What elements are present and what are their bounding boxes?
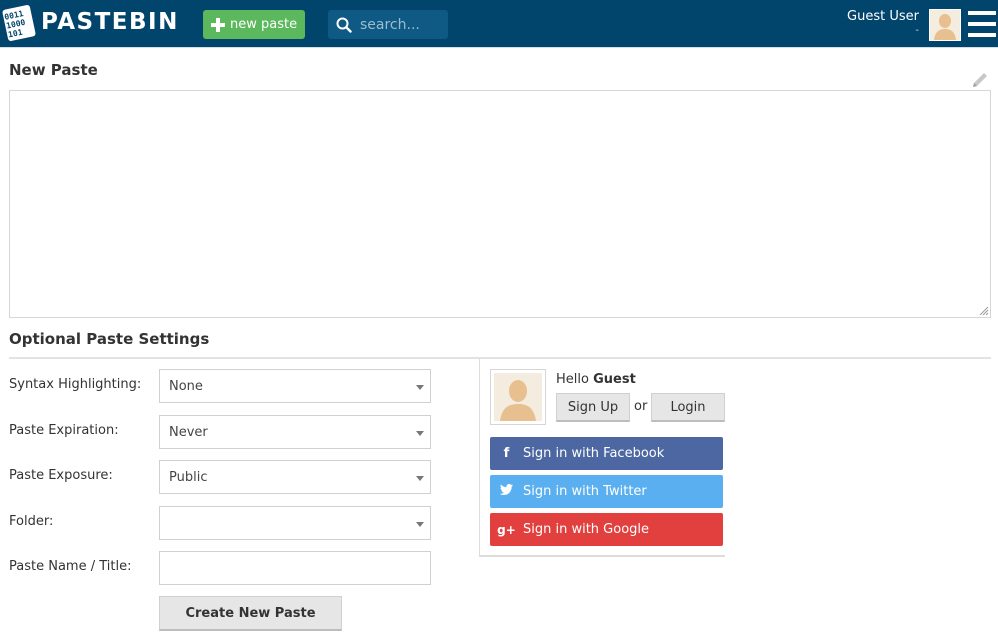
default-avatar-icon	[934, 14, 956, 40]
paste-exposure-label: Paste Exposure:	[9, 468, 113, 483]
sign-up-button[interactable]: Sign Up	[556, 393, 630, 422]
logo-text[interactable]: PASTEBIN	[41, 9, 179, 35]
twitter-signin-label: Sign in with Twitter	[523, 484, 647, 499]
hello-word: Hello	[556, 372, 589, 387]
paste-exposure-select[interactable]: Public	[159, 460, 431, 494]
twitter-signin-button[interactable]: Sign in with Twitter	[490, 475, 723, 508]
resize-grip-icon[interactable]	[978, 305, 989, 316]
user-sub-text: -	[915, 25, 919, 36]
paste-expiration-value: Never	[169, 424, 208, 440]
settings-title: Optional Paste Settings	[9, 330, 210, 348]
search-icon[interactable]	[336, 17, 352, 33]
paste-expiration-select[interactable]: Never	[159, 415, 431, 449]
google-signin-button[interactable]: g+ Sign in with Google	[490, 513, 723, 546]
facebook-signin-label: Sign in with Facebook	[523, 446, 665, 461]
paste-content-textarea[interactable]	[9, 90, 991, 318]
dropdown-arrow-icon	[416, 522, 424, 527]
create-new-paste-button[interactable]: Create New Paste	[159, 596, 342, 631]
google-signin-label: Sign in with Google	[523, 522, 650, 537]
dropdown-arrow-icon	[416, 385, 424, 390]
folder-select[interactable]	[159, 506, 431, 540]
google-plus-icon: g+	[497, 522, 516, 537]
dropdown-arrow-icon	[416, 476, 424, 481]
paste-title-input[interactable]	[159, 551, 431, 585]
paste-exposure-value: Public	[169, 469, 208, 485]
facebook-icon: f	[503, 446, 510, 461]
syntax-highlighting-select[interactable]: None	[159, 369, 431, 403]
search-input[interactable]	[360, 16, 445, 33]
hello-greeting: Hello Guest	[556, 372, 636, 387]
pencil-icon[interactable]	[970, 70, 990, 90]
syntax-highlighting-label: Syntax Highlighting:	[9, 377, 142, 392]
plus-icon	[211, 17, 225, 32]
guest-name: Guest	[593, 372, 636, 387]
user-avatar[interactable]	[929, 9, 961, 41]
pastebin-logo-icon[interactable]: 0011 1000 101	[2, 4, 36, 42]
login-button[interactable]: Login	[651, 393, 725, 422]
facebook-signin-button[interactable]: f Sign in with Facebook	[490, 437, 723, 470]
or-text: or	[634, 399, 648, 414]
hamburger-menu-icon[interactable]	[968, 11, 996, 37]
user-name[interactable]: Guest User	[847, 9, 919, 24]
new-paste-label: new paste	[230, 17, 298, 32]
page-title: New Paste	[9, 61, 98, 79]
dropdown-arrow-icon	[416, 431, 424, 436]
paste-title-label: Paste Name / Title:	[9, 559, 132, 574]
new-paste-button[interactable]: new paste	[203, 10, 305, 39]
search-box[interactable]	[328, 10, 448, 39]
syntax-highlighting-value: None	[169, 378, 203, 394]
paste-expiration-label: Paste Expiration:	[9, 423, 119, 438]
default-avatar-icon	[500, 380, 536, 421]
top-nav-bar: 0011 1000 101 PASTEBIN new paste Guest U…	[0, 0, 998, 48]
twitter-icon	[490, 484, 523, 499]
folder-label: Folder:	[9, 514, 54, 529]
guest-avatar	[490, 369, 546, 425]
